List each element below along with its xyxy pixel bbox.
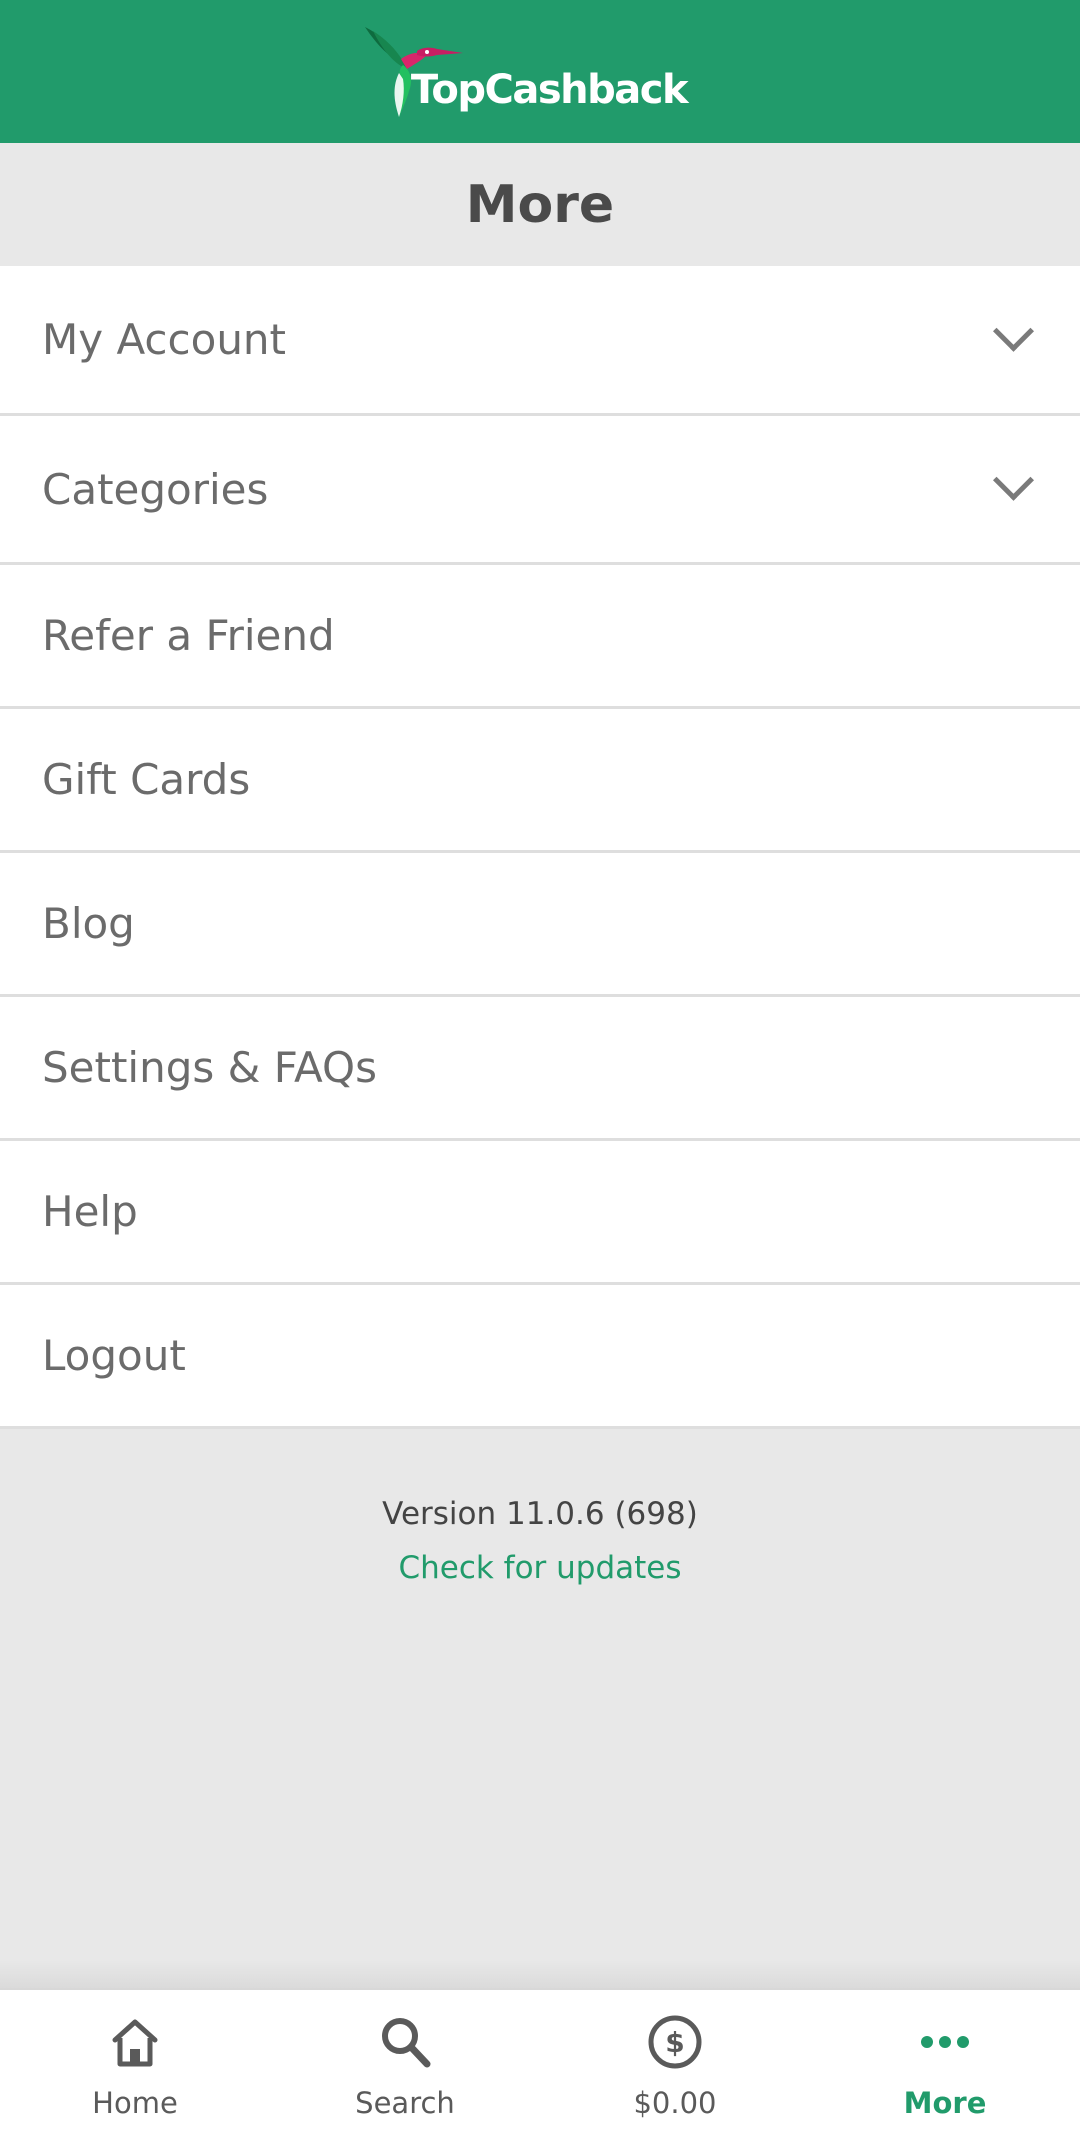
menu-item-label: Categories — [42, 464, 269, 514]
menu-item-gift-cards[interactable]: Gift Cards — [0, 709, 1080, 853]
app-header: TopCashback — [0, 0, 1080, 143]
chevron-down-icon — [992, 310, 1035, 352]
brand-wordmark: TopCashback — [410, 66, 689, 113]
home-icon — [112, 2019, 158, 2067]
menu-item-label: Help — [42, 1187, 138, 1236]
more-menu-list: My Account Categories Refer a Friend Gif… — [0, 266, 1080, 1429]
menu-item-refer-a-friend[interactable]: Refer a Friend — [0, 565, 1080, 709]
bottom-tab-bar: Home Search $ $0.00 More — [0, 1988, 1080, 2138]
tab-label: $0.00 — [633, 2086, 717, 2120]
tab-home[interactable]: Home — [0, 1990, 270, 2138]
menu-item-categories[interactable]: Categories — [0, 416, 1080, 565]
tab-balance[interactable]: $ $0.00 — [540, 1990, 810, 2138]
svg-text:$: $ — [665, 2026, 684, 2059]
menu-item-logout[interactable]: Logout — [0, 1285, 1080, 1429]
menu-item-label: Blog — [42, 899, 135, 948]
menu-item-my-account[interactable]: My Account — [0, 266, 1080, 416]
page-title-bar: More — [0, 143, 1080, 266]
tab-label: More — [903, 2086, 987, 2120]
menu-item-settings-faqs[interactable]: Settings & FAQs — [0, 997, 1080, 1141]
version-info: Version 11.0.6 (698) Check for updates — [0, 1430, 1080, 1586]
menu-item-help[interactable]: Help — [0, 1141, 1080, 1285]
topcashback-logo: TopCashback — [363, 22, 689, 122]
dollar-circle-icon: $ — [648, 2015, 702, 2069]
version-text: Version 11.0.6 (698) — [382, 1496, 698, 1532]
tab-label: Home — [92, 2086, 178, 2120]
tab-more[interactable]: More — [810, 1990, 1080, 2138]
menu-item-blog[interactable]: Blog — [0, 853, 1080, 997]
menu-item-label: My Account — [42, 315, 287, 364]
chevron-down-icon — [992, 459, 1035, 501]
search-icon — [382, 2018, 431, 2068]
check-for-updates-link[interactable]: Check for updates — [0, 1550, 1080, 1586]
tab-search[interactable]: Search — [270, 1990, 540, 2138]
page-title: More — [465, 174, 615, 235]
menu-item-label: Settings & FAQs — [42, 1043, 377, 1092]
menu-item-label: Logout — [42, 1331, 186, 1380]
menu-item-label: Gift Cards — [42, 755, 251, 804]
menu-item-label: Refer a Friend — [42, 611, 335, 660]
tab-bar-shadow — [0, 1960, 1080, 1988]
tab-label: Search — [355, 2086, 455, 2120]
more-dots-icon — [921, 2036, 969, 2048]
